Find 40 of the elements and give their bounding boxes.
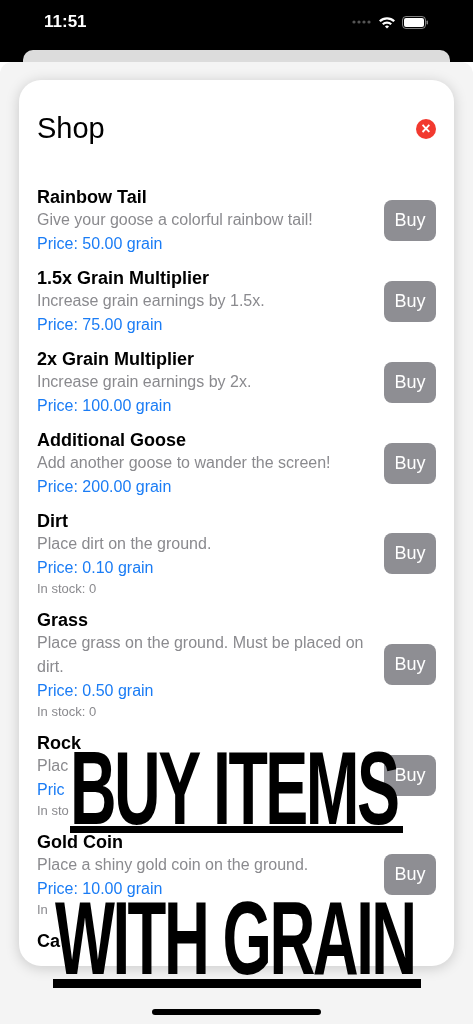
item-name: Grass — [37, 611, 89, 629]
item-name: Dirt — [37, 512, 68, 530]
item-description: Increase grain earnings by 2x. — [37, 372, 252, 392]
item-price: Price: 50.00 grain — [37, 234, 163, 254]
item-name: Rainbow Tail — [37, 188, 147, 206]
buy-button[interactable]: Buy — [384, 361, 436, 403]
item-description: Add another goose to wander the screen! — [37, 453, 331, 473]
item-description: Plac — [37, 756, 69, 776]
item-name: 1.5x Grain Multiplier — [37, 269, 210, 287]
buy-button[interactable]: Buy — [384, 199, 436, 241]
stock-count: In stock: 0 — [37, 580, 97, 598]
sheet-title: Shop — [37, 111, 105, 147]
item-description: Give your goose a colorful rainbow tail! — [37, 210, 313, 230]
buy-button[interactable]: Buy — [384, 853, 436, 895]
buy-button[interactable]: Buy — [384, 643, 436, 685]
item-description: Place grass on the ground. Must be placed on dirt. — [37, 633, 365, 677]
item-price: Price: 0.50 grain — [37, 681, 154, 701]
item-description: Increase grain earnings by 1.5x. — [37, 291, 265, 311]
item-name: Rock — [37, 734, 81, 752]
status-time: 11:51 — [44, 11, 87, 34]
item-price: Price: 0.10 grain — [37, 558, 154, 578]
wifi-icon — [378, 15, 396, 29]
item-price: Pric — [37, 780, 65, 800]
item-price: Price: 100.00 grain — [37, 396, 172, 416]
close-button[interactable]: × — [416, 119, 436, 139]
buy-button[interactable]: Buy — [384, 532, 436, 574]
item-price: Price: 200.00 grain — [37, 477, 172, 497]
item-price: Price: 10.00 grain — [37, 879, 163, 899]
item-price: Price: 75.00 grain — [37, 315, 163, 335]
item-description: Place dirt on the ground. — [37, 534, 212, 554]
item-name: 2x Grain Multiplier — [37, 350, 195, 368]
item-description: Place a shiny gold coin on the ground. — [37, 855, 309, 875]
signal-icon — [352, 20, 372, 24]
item-name: Additional Goose — [37, 431, 186, 449]
buy-button[interactable]: Buy — [384, 280, 436, 322]
stock-count: In sto — [37, 802, 69, 820]
item-name: Gold Coin — [37, 833, 123, 851]
stock-count: In stock: 0 — [37, 703, 97, 721]
buy-button[interactable]: Buy — [384, 442, 436, 484]
battery-icon — [402, 15, 429, 29]
